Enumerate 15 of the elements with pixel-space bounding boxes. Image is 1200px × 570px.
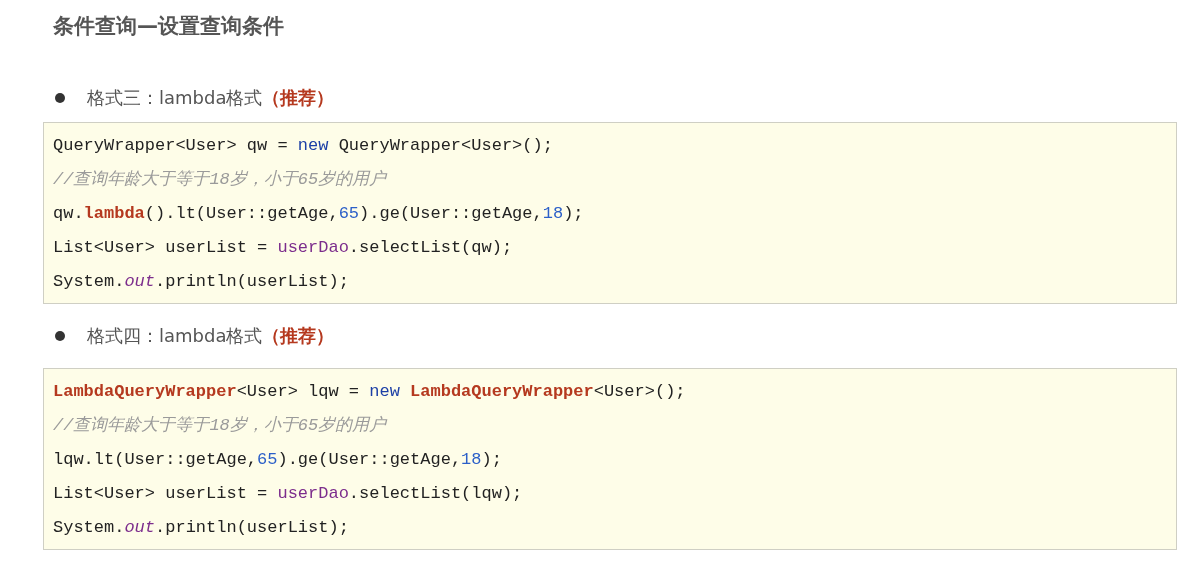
code-line: List<User> userList = userDao.selectList(lqw); <box>53 483 523 505</box>
code-line: qw.lambda().lt(User::getAge,65).ge(User::getAge,18); <box>53 203 584 225</box>
code-line: LambdaQueryWrapper<User> lqw = new LambdaQueryWrapper<User>(); <box>53 381 686 403</box>
page-title: 条件查询—设置查询条件 <box>53 13 285 40</box>
code-line: //查询年龄大于等于18岁，小于65岁的用户 <box>53 169 387 191</box>
code-line: lqw.lt(User::getAge,65).ge(User::getAge,18); <box>53 449 502 471</box>
section-heading: 格式三：lambda格式（推荐） <box>87 86 335 110</box>
code-line: //查询年龄大于等于18岁，小于65岁的用户 <box>53 415 387 437</box>
code-line: System.out.println(userList); <box>53 271 349 293</box>
code-line: System.out.println(userList); <box>53 517 349 539</box>
code-line: QueryWrapper<User> qw = new QueryWrapper<User>(); <box>53 135 553 157</box>
code-line: List<User> userList = userDao.selectList(qw); <box>53 237 513 259</box>
bullet-icon <box>55 93 65 103</box>
section-heading: 格式四：lambda格式（推荐） <box>87 324 335 348</box>
bullet-icon <box>55 331 65 341</box>
